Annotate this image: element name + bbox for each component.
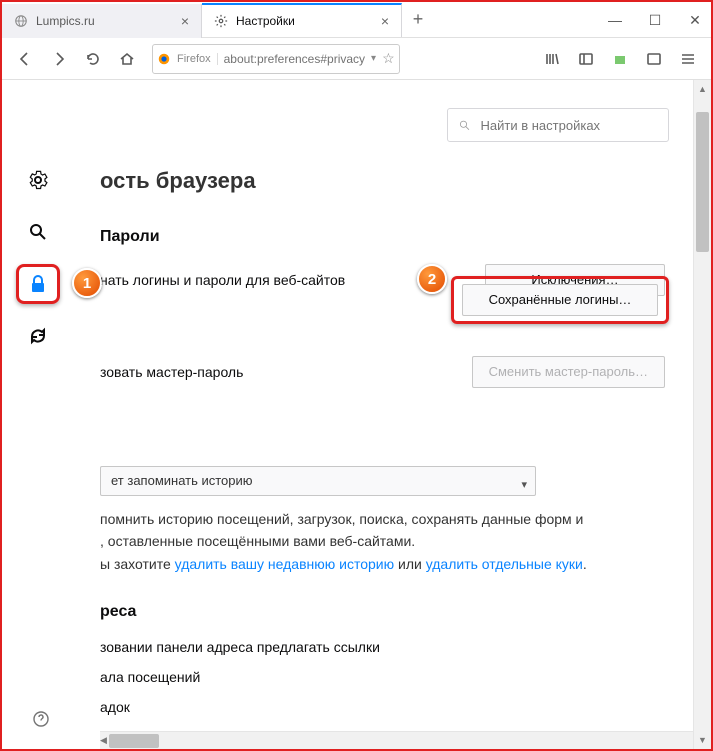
nav-search[interactable] xyxy=(26,220,50,244)
menu-button[interactable] xyxy=(673,44,703,74)
saved-logins-button[interactable]: Сохранённые логины… xyxy=(462,284,658,316)
section-heading: ость браузера xyxy=(100,168,665,194)
home-button[interactable] xyxy=(112,44,142,74)
clear-cookies-link[interactable]: удалить отдельные куки xyxy=(426,556,583,572)
back-button[interactable] xyxy=(10,44,40,74)
history-mode-value: ет запоминать историю xyxy=(111,473,253,488)
scroll-thumb[interactable] xyxy=(109,734,159,748)
reload-button[interactable] xyxy=(78,44,108,74)
annotation-badge-2: 2 xyxy=(417,264,447,294)
settings-search-input[interactable] xyxy=(479,117,658,134)
scroll-thumb[interactable] xyxy=(696,112,709,252)
help-icon xyxy=(32,710,50,728)
firefox-icon xyxy=(157,52,171,66)
history-mode-select[interactable]: ет запоминать историю xyxy=(100,466,536,496)
library-button[interactable] xyxy=(537,44,567,74)
clear-history-link[interactable]: удалить вашу недавнюю историю xyxy=(175,556,394,572)
address-bar-opt2: адок xyxy=(100,699,665,715)
scroll-down-button[interactable]: ▼ xyxy=(694,731,711,749)
url-identity: Firefox xyxy=(177,53,218,65)
tab-label: Lumpics.ru xyxy=(36,14,177,28)
tab-strip: Lumpics.ru × Настройки × + — ☐ ✕ xyxy=(2,2,711,38)
forward-button[interactable] xyxy=(44,44,74,74)
tab-lumpics[interactable]: Lumpics.ru × xyxy=(2,4,202,38)
annotation-frame-1 xyxy=(16,264,60,304)
history-description: помнить историю посещений, загрузок, пои… xyxy=(100,508,665,575)
address-bar-opt1: ала посещений xyxy=(100,669,665,685)
gear-icon xyxy=(28,170,48,190)
extension-button[interactable] xyxy=(605,44,635,74)
dropdown-icon[interactable]: ▾ xyxy=(371,53,376,64)
help-button[interactable] xyxy=(32,710,50,731)
tab-label: Настройки xyxy=(236,14,377,28)
horizontal-scrollbar[interactable]: ◀ xyxy=(100,731,693,749)
change-master-password-button: Сменить мастер-пароль… xyxy=(472,356,665,388)
address-bar-desc: зовании панели адреса предлагать ссылки xyxy=(100,639,665,655)
close-icon[interactable]: × xyxy=(177,14,193,28)
panel-button[interactable] xyxy=(639,44,669,74)
nav-toolbar: Firefox about:preferences#privacy ▾ ☆ xyxy=(2,38,711,80)
globe-icon xyxy=(14,14,28,28)
nav-general[interactable] xyxy=(26,168,50,192)
scroll-left-button[interactable]: ◀ xyxy=(100,732,107,750)
vertical-scrollbar[interactable]: ▲ ▼ xyxy=(693,80,711,749)
minimize-button[interactable]: — xyxy=(605,12,625,28)
search-icon xyxy=(28,222,48,242)
url-text: about:preferences#privacy xyxy=(224,52,365,66)
close-window-button[interactable]: ✕ xyxy=(685,12,705,29)
new-tab-button[interactable]: + xyxy=(402,9,434,30)
search-icon xyxy=(458,118,471,132)
bookmark-star-icon[interactable]: ☆ xyxy=(382,50,395,67)
address-bar-heading: реса xyxy=(100,603,665,621)
scroll-up-button[interactable]: ▲ xyxy=(694,80,711,98)
sync-icon xyxy=(28,326,48,346)
maximize-button[interactable]: ☐ xyxy=(645,12,665,29)
nav-sync[interactable] xyxy=(26,324,50,348)
url-bar[interactable]: Firefox about:preferences#privacy ▾ ☆ xyxy=(152,44,400,74)
settings-search[interactable] xyxy=(447,108,669,142)
remember-logins-label: нать логины и пароли для веб-сайтов xyxy=(100,272,345,288)
gear-icon xyxy=(214,14,228,28)
passwords-heading: Пароли xyxy=(100,228,665,246)
nav-privacy[interactable] xyxy=(26,272,50,296)
use-master-password-label: зовать мастер-пароль xyxy=(100,364,243,380)
annotation-badge-1: 1 xyxy=(72,268,102,298)
sidebar-button[interactable] xyxy=(571,44,601,74)
close-icon[interactable]: × xyxy=(377,14,393,28)
annotation-frame-2: Сохранённые логины… xyxy=(451,276,669,324)
tab-settings[interactable]: Настройки × xyxy=(202,3,402,37)
